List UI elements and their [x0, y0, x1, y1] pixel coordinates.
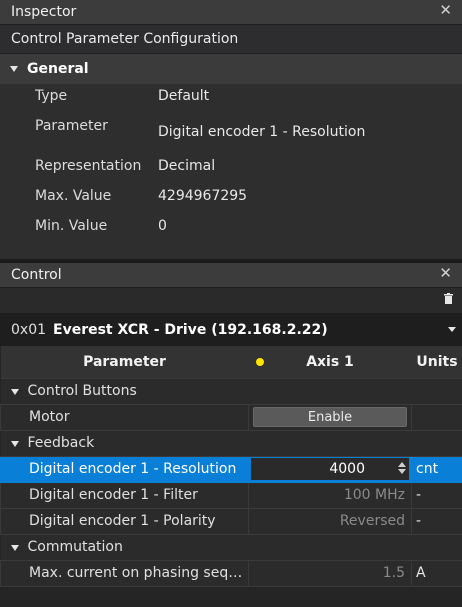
spin-down-icon[interactable] — [398, 469, 406, 474]
property-row-min-value: Min. Value 0 — [0, 218, 462, 248]
trash-icon[interactable] — [444, 293, 453, 304]
inspector-header: Inspector ✕ — [0, 0, 462, 25]
axis-cell — [248, 455, 412, 483]
caret-down-icon[interactable] — [10, 389, 19, 395]
group-label: General — [27, 61, 89, 77]
parameter-name: Max. current on phasing seque... — [0, 559, 249, 587]
property-row-max-value: Max. Value 4294967295 — [0, 188, 462, 218]
group-general[interactable]: General — [0, 54, 462, 84]
column-header-parameter[interactable]: Parameter — [0, 346, 249, 378]
control-header: Control ✕ — [0, 263, 462, 288]
property-value: Decimal — [158, 158, 216, 174]
close-icon[interactable]: ✕ — [439, 264, 452, 282]
parameter-name: Digital encoder 1 - Filter — [0, 481, 249, 509]
control-toolbar — [0, 288, 462, 313]
parameter-table: Parameter Axis 1 Units Control Buttons M… — [0, 346, 462, 587]
column-header-label: Parameter — [83, 353, 166, 370]
property-label: Max. Value — [35, 188, 112, 204]
units-cell: cnt — [411, 455, 462, 483]
category-row[interactable]: Control Buttons — [0, 377, 462, 405]
property-row-parameter: Parameter Digital encoder 1 - Resolution — [0, 118, 462, 158]
property-row-type: Type Default — [0, 88, 462, 118]
column-header-units[interactable]: Units — [411, 346, 462, 378]
axis-value[interactable]: Reversed — [248, 507, 412, 535]
caret-down-icon[interactable] — [10, 545, 19, 551]
drive-selector[interactable]: 0x01 Everest XCR - Drive (192.168.2.22) — [0, 313, 462, 346]
axis-value[interactable]: 1.5 — [248, 559, 412, 587]
value-input[interactable] — [251, 458, 391, 480]
table-row[interactable]: Max. current on phasing seque... 1.5 A — [0, 559, 462, 587]
property-value: 4294967295 — [158, 188, 248, 204]
property-label: Representation — [35, 158, 142, 174]
property-label: Min. Value — [35, 218, 108, 234]
drive-id: 0x01 — [11, 321, 47, 338]
caret-down-icon[interactable] — [10, 441, 19, 447]
status-dot-icon — [255, 358, 264, 366]
parameter-name: Digital encoder 1 - Resolution — [0, 455, 249, 483]
units-cell: A — [411, 559, 462, 587]
inspector-title: Inspector — [11, 4, 77, 20]
close-icon[interactable]: ✕ — [439, 1, 452, 19]
units-cell — [411, 403, 462, 431]
spin-arrows-icon[interactable] — [397, 460, 407, 478]
control-panel: Control ✕ 0x01 Everest XCR - Drive (192.… — [0, 263, 462, 587]
column-header-axis[interactable]: Axis 1 — [248, 346, 412, 378]
category-label: Control Buttons — [27, 383, 137, 399]
column-header-label: Axis 1 — [306, 353, 354, 370]
units-cell: - — [411, 507, 462, 535]
table-row[interactable]: Digital encoder 1 - Polarity Reversed - — [0, 507, 462, 535]
property-label: Parameter — [35, 118, 108, 134]
drive-name: Everest XCR - Drive (192.168.2.22) — [53, 321, 328, 338]
property-label: Type — [35, 88, 68, 104]
dropdown-arrow-icon[interactable] — [448, 327, 456, 332]
category-cell: Control Buttons — [0, 377, 462, 405]
value-spinbox[interactable] — [251, 458, 409, 480]
spin-up-icon[interactable] — [398, 462, 406, 467]
property-row-representation: Representation Decimal — [0, 158, 462, 188]
category-row[interactable]: Feedback — [0, 429, 462, 457]
property-value: Default — [158, 88, 210, 104]
category-label: Feedback — [27, 435, 95, 451]
parameter-name: Digital encoder 1 - Polarity — [0, 507, 249, 535]
table-row-selected[interactable]: Digital encoder 1 - Resolution cnt — [0, 455, 462, 483]
column-header-label: Units — [416, 353, 458, 370]
axis-cell: Enable — [248, 403, 412, 431]
category-cell: Feedback — [0, 429, 462, 457]
control-title: Control — [11, 267, 62, 283]
category-row[interactable]: Commutation — [0, 533, 462, 561]
inspector-subtitle: Control Parameter Configuration — [0, 25, 462, 54]
parameter-name: Motor — [0, 403, 249, 431]
units-cell: - — [411, 481, 462, 509]
inspector-panel: Inspector ✕ Control Parameter Configurat… — [0, 0, 462, 259]
category-label: Commutation — [27, 539, 123, 555]
property-list: Type Default Parameter Digital encoder 1… — [0, 84, 462, 259]
property-value: 0 — [158, 218, 167, 234]
property-value: Digital encoder 1 - Resolution — [158, 124, 366, 140]
caret-down-icon[interactable] — [10, 66, 18, 72]
axis-value[interactable]: 100 MHz — [248, 481, 412, 509]
category-cell: Commutation — [0, 533, 462, 561]
table-row[interactable]: Digital encoder 1 - Filter 100 MHz - — [0, 481, 462, 509]
enable-button[interactable]: Enable — [253, 407, 407, 427]
table-row-motor: Motor Enable — [0, 403, 462, 431]
